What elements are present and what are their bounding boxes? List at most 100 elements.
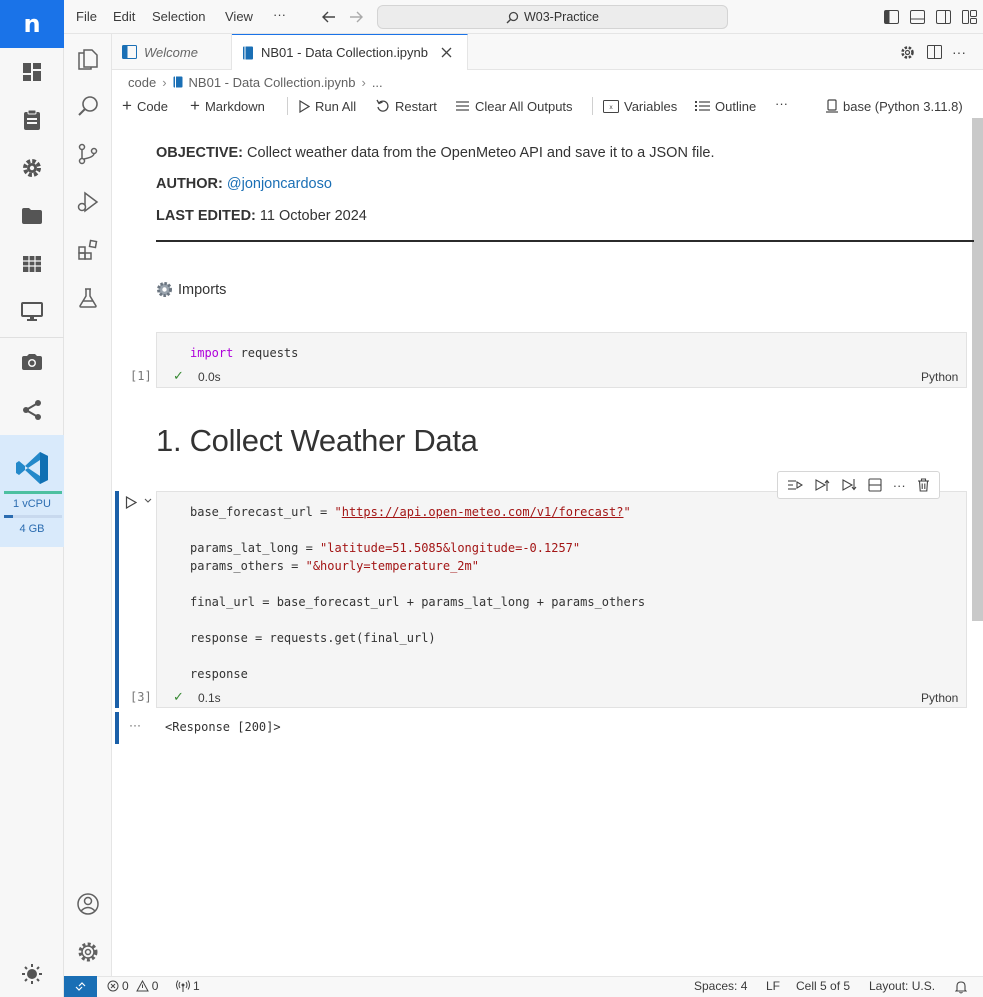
execution-count: [1]	[130, 369, 152, 383]
monitor-icon[interactable]	[0, 288, 64, 336]
outline-list-icon	[695, 101, 710, 111]
play-icon	[299, 99, 310, 113]
chevron-right-icon: ›	[361, 74, 366, 90]
more-actions-icon[interactable]: ···	[952, 44, 966, 60]
menu-file[interactable]: File	[76, 9, 97, 24]
menu-edit[interactable]: Edit	[113, 9, 135, 24]
back-arrow-icon[interactable]	[321, 10, 337, 24]
outline-button[interactable]: Outline	[695, 97, 756, 115]
vertical-scrollbar[interactable]	[972, 118, 983, 621]
keyboard-layout-status[interactable]: Layout: U.S.	[869, 979, 935, 993]
restart-label: Restart	[395, 98, 437, 114]
restart-icon	[376, 99, 389, 112]
tab-notebook[interactable]: NB01 - Data Collection.ipynb	[232, 34, 468, 70]
outline-label: Outline	[715, 98, 757, 114]
split-editor-icon[interactable]	[927, 45, 942, 59]
testing-flask-icon[interactable]	[64, 274, 112, 322]
success-check-icon: ✓	[173, 689, 184, 704]
extensions-icon[interactable]	[64, 226, 112, 274]
theme-toggle-icon[interactable]	[0, 950, 64, 997]
add-markdown-label: Markdown	[204, 98, 265, 114]
noteable-logo[interactable]: n	[0, 0, 64, 48]
notifications-bell-icon[interactable]	[955, 980, 967, 994]
camera-icon[interactable]	[0, 338, 64, 386]
breadcrumb-symbol[interactable]: ...	[372, 75, 383, 90]
settings-gear-icon[interactable]	[0, 144, 64, 192]
run-cell-icon[interactable]	[125, 496, 137, 509]
cpu-label: 1 vCPU	[13, 498, 51, 510]
code-cell-1-source[interactable]: import requests	[190, 344, 298, 362]
add-markdown-cell-button[interactable]: + Markdown	[190, 97, 265, 115]
cell-language[interactable]: Python	[921, 370, 958, 384]
table-icon[interactable]	[0, 240, 64, 288]
end-of-line-status[interactable]: LF	[766, 979, 780, 993]
accounts-icon[interactable]	[64, 880, 112, 928]
kernel-picker[interactable]: base (Python 3.11.8)	[826, 97, 963, 115]
success-check-icon: ✓	[173, 368, 184, 383]
section-heading: 1. Collect Weather Data	[156, 423, 478, 458]
code-text: params_others =	[190, 559, 306, 573]
menu-view[interactable]: View	[225, 9, 253, 24]
breadcrumb-folder[interactable]: code	[128, 75, 156, 90]
source-control-icon[interactable]	[64, 130, 112, 178]
run-all-button[interactable]: Run All	[298, 97, 356, 115]
execute-above-icon[interactable]	[787, 478, 804, 492]
error-icon	[107, 980, 119, 992]
dashboard-icon[interactable]	[0, 48, 64, 96]
clear-label: Clear All Outputs	[475, 98, 573, 114]
toggle-primary-sidebar-icon[interactable]	[884, 10, 899, 24]
cell-more-icon[interactable]: ···	[893, 478, 906, 493]
close-icon[interactable]	[441, 47, 452, 58]
explorer-files-icon[interactable]	[64, 34, 112, 82]
forward-arrow-icon[interactable]	[348, 10, 364, 24]
last-edited-text: 11 October 2024	[259, 208, 367, 224]
cell-output: <Response [200]>	[165, 720, 281, 734]
output-more-icon[interactable]: ···	[129, 718, 141, 732]
manage-gear-icon[interactable]	[64, 928, 112, 976]
menu-more[interactable]: ···	[273, 7, 286, 22]
search-icon[interactable]	[64, 82, 112, 130]
vscode-logo-icon	[14, 450, 50, 486]
clipboard-icon[interactable]	[0, 96, 64, 144]
toolbar-separator	[287, 97, 288, 115]
toolbar-more-button[interactable]: ···	[775, 94, 788, 112]
tab-welcome[interactable]: Welcome	[112, 34, 232, 70]
notebook-settings-gear-icon[interactable]	[900, 45, 915, 60]
variables-button[interactable]: x Variables	[603, 97, 677, 115]
ports-count: 1	[193, 979, 200, 993]
clear-all-outputs-button[interactable]: Clear All Outputs	[455, 97, 573, 115]
code-string: "	[334, 505, 342, 519]
toolbar-separator	[592, 97, 593, 115]
menu-selection[interactable]: Selection	[152, 9, 205, 24]
remote-indicator[interactable]	[64, 976, 97, 997]
cpu-meter	[4, 491, 62, 494]
command-center-search[interactable]: W03-Practice	[377, 5, 728, 29]
code-url[interactable]: https://api.open-meteo.com/v1/forecast?	[342, 505, 624, 519]
author-link[interactable]: @jonjoncardoso	[227, 176, 332, 192]
run-and-debug-icon[interactable]	[64, 178, 112, 226]
share-icon[interactable]	[0, 386, 64, 434]
toggle-secondary-sidebar-icon[interactable]	[936, 10, 951, 24]
toggle-panel-icon[interactable]	[910, 10, 925, 24]
problems-indicator[interactable]: 0 0	[107, 979, 158, 993]
add-code-cell-button[interactable]: + Code	[122, 97, 168, 115]
ports-indicator[interactable]: 1	[176, 979, 200, 993]
restart-button[interactable]: Restart	[376, 97, 437, 115]
workspace-name: W03-Practice	[523, 10, 600, 24]
indentation-status[interactable]: Spaces: 4	[694, 979, 747, 993]
split-cell-icon[interactable]	[868, 478, 882, 492]
run-below-icon[interactable]	[841, 478, 857, 492]
run-above-icon[interactable]	[814, 478, 830, 492]
customize-layout-icon[interactable]	[962, 10, 977, 24]
gear-emoji-icon	[157, 282, 172, 297]
error-count: 0	[122, 979, 129, 993]
breadcrumb-file[interactable]: NB01 - Data Collection.ipynb	[189, 75, 356, 90]
cell-focus-indicator	[115, 491, 119, 708]
delete-trash-icon[interactable]	[917, 478, 930, 492]
add-code-label: Code	[136, 98, 169, 114]
code-cell-3-source[interactable]: base_forecast_url = "https://api.open-me…	[190, 503, 645, 683]
chevron-down-icon[interactable]	[144, 498, 152, 504]
cell-language[interactable]: Python	[921, 691, 958, 705]
folder-icon[interactable]	[0, 192, 64, 240]
cell-position-status[interactable]: Cell 5 of 5	[796, 979, 850, 993]
